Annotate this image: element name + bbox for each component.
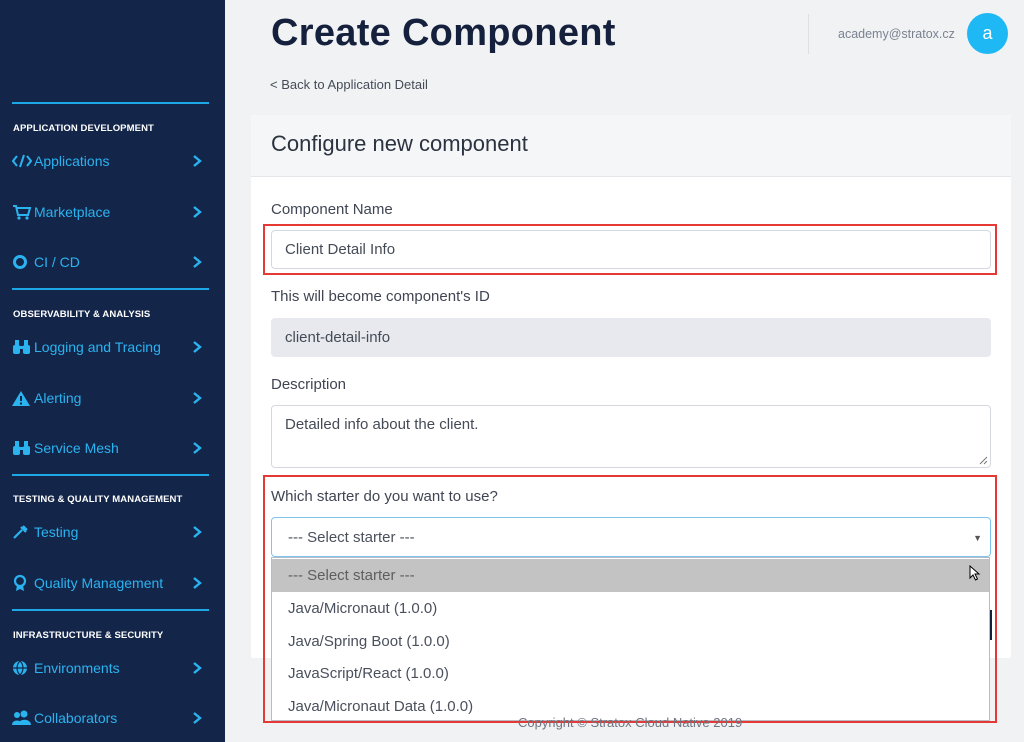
chevron-right-icon [193, 712, 202, 724]
mouse-cursor-icon [969, 565, 981, 581]
chevron-right-icon [193, 577, 202, 589]
globe-icon [12, 659, 34, 677]
sidebar-divider [12, 474, 209, 476]
sidebar-item-label: Collaborators [34, 710, 118, 726]
sidebar-item-alerting[interactable]: Alerting [12, 387, 212, 409]
chevron-right-icon [193, 206, 202, 218]
sidebar-item-applications[interactable]: Applications [12, 150, 212, 172]
chevron-right-icon [193, 442, 202, 454]
sidebar-item-label: Marketplace [34, 204, 111, 220]
binoculars-icon [12, 338, 34, 356]
chevron-right-icon [193, 662, 202, 674]
component-name-label: Component Name [271, 201, 393, 218]
chevron-right-icon [193, 341, 202, 353]
sidebar-divider [12, 288, 209, 290]
back-to-application-link[interactable]: < Back to Application Detail [270, 77, 428, 92]
sidebar-item-label: Service Mesh [34, 440, 119, 456]
sidebar-item-label: Logging and Tracing [34, 339, 161, 355]
sidebar: APPLICATION DEVELOPMENT Applications Mar… [0, 0, 225, 742]
avatar[interactable]: a [967, 13, 1008, 54]
sidebar-item-testing[interactable]: Testing [12, 521, 212, 543]
description-text: Detailed info about the client. [285, 416, 479, 433]
page-title: Create Component [271, 12, 616, 54]
chevron-right-icon [193, 392, 202, 404]
sidebar-item-logging-tracing[interactable]: Logging and Tracing [12, 336, 212, 358]
chevron-right-icon [193, 526, 202, 538]
description-textarea[interactable]: Detailed info about the client. [271, 405, 991, 468]
sidebar-item-label: Environments [34, 660, 120, 676]
component-id-field: client-detail-info [271, 318, 991, 357]
sidebar-item-service-mesh[interactable]: Service Mesh [12, 437, 212, 459]
logo [34, 30, 184, 48]
cart-icon [12, 203, 34, 221]
chevron-right-icon [193, 256, 202, 268]
sidebar-divider [12, 609, 209, 611]
sidebar-item-label: Quality Management [34, 575, 164, 591]
code-icon [12, 152, 34, 170]
sidebar-item-label: Applications [34, 153, 110, 169]
component-id-label: This will become component's ID [271, 288, 490, 305]
award-icon [12, 574, 34, 592]
warning-icon [12, 389, 34, 407]
sidebar-item-label: Testing [34, 524, 79, 540]
sidebar-item-marketplace[interactable]: Marketplace [12, 201, 212, 223]
sidebar-item-environments[interactable]: Environments [12, 657, 212, 679]
description-label: Description [271, 376, 347, 393]
ring-icon [12, 253, 34, 271]
card-header: Configure new component [251, 115, 1011, 177]
sidebar-item-quality-management[interactable]: Quality Management [12, 572, 212, 594]
sidebar-item-cicd[interactable]: CI / CD [12, 251, 212, 273]
sidebar-divider [12, 102, 209, 104]
resize-grip-icon[interactable] [978, 455, 988, 465]
section-title-testing: TESTING & QUALITY MANAGEMENT [13, 494, 183, 505]
card-title: Configure new component [271, 131, 528, 156]
section-title-observability: OBSERVABILITY & ANALYSIS [13, 309, 151, 320]
sidebar-item-collaborators[interactable]: Collaborators [12, 707, 212, 729]
section-title-app-dev: APPLICATION DEVELOPMENT [13, 123, 154, 134]
highlight-box-starter [263, 475, 997, 723]
sidebar-item-label: CI / CD [34, 254, 80, 270]
copyright-text: Copyright © Stratox Cloud Native 2019 [518, 715, 743, 730]
binoculars-icon [12, 439, 34, 457]
pipette-icon [12, 523, 34, 541]
users-icon [12, 709, 34, 727]
sidebar-item-label: Alerting [34, 390, 82, 406]
user-email: academy@stratox.cz [838, 27, 955, 41]
header-separator [808, 14, 809, 54]
section-title-infrastructure: INFRASTRUCTURE & SECURITY [13, 630, 164, 641]
chevron-right-icon [193, 155, 202, 167]
highlight-box-name [263, 224, 997, 275]
